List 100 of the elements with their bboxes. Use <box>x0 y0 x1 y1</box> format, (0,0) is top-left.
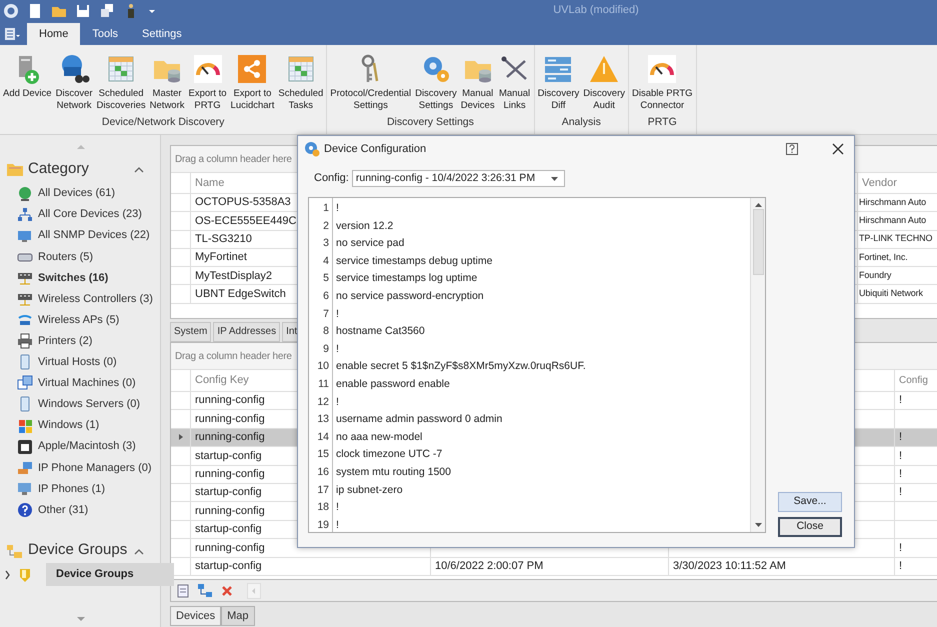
field-label: Config: <box>314 171 349 186</box>
section-title: Device Groups <box>28 540 128 560</box>
bottom-tab[interactable]: Devices <box>170 606 222 626</box>
new-document-icon[interactable] <box>27 2 43 18</box>
ribbon-button[interactable]: Export to Lucidchart <box>230 51 276 116</box>
ribbon-button[interactable]: Discovery Diff <box>536 51 580 116</box>
ribbon-button[interactable]: Discover Network <box>54 51 94 116</box>
line-number: 18 <box>316 500 330 516</box>
chevron-right-icon[interactable] <box>4 570 12 580</box>
table-cell-text: ! <box>898 485 904 500</box>
copy-icon[interactable] <box>99 2 115 18</box>
table-cell-text: ! <box>898 540 904 556</box>
table-cell-text: ! <box>898 448 904 464</box>
window-title: UVLab (modified) <box>552 3 640 18</box>
code-line: ip subnet-zero <box>335 482 404 498</box>
caret-icon <box>551 176 558 180</box>
table-cell-text: ! <box>898 430 904 446</box>
config-dropdown[interactable]: running-config - 10/4/2022 3:26:31 PM <box>352 170 566 187</box>
menu-icon[interactable] <box>3 26 21 42</box>
save-button[interactable]: Save... <box>778 492 842 512</box>
detail-tab[interactable]: System <box>170 322 212 342</box>
ribbon-button[interactable]: Add Device <box>2 51 53 116</box>
category-item[interactable]: Windows (1) <box>38 417 100 434</box>
scroll-down-icon[interactable] <box>754 523 762 527</box>
ribbon-button[interactable]: Manual Devices <box>460 51 496 116</box>
code-line: ! <box>335 500 340 516</box>
table-cell-text: Hirschmann Auto <box>858 196 928 209</box>
code-line: no service pad <box>335 236 406 252</box>
monitor-icon <box>17 480 33 497</box>
table-cell: 3/30/2023 10:11:52 AM <box>669 558 895 575</box>
category-item[interactable]: IP Phones (1) <box>38 480 106 498</box>
bottom-tab[interactable]: Map <box>221 606 255 626</box>
save-icon[interactable] <box>75 2 91 18</box>
ribbon-button[interactable]: Manual Links <box>498 51 532 116</box>
code-line: ! <box>335 342 340 357</box>
category-item[interactable]: Wireless APs (5) <box>38 312 120 328</box>
category-item[interactable]: Virtual Hosts (0) <box>38 354 117 371</box>
category-item[interactable]: Other (31) <box>38 502 88 518</box>
app-logo-icon[interactable] <box>3 2 19 18</box>
help-icon[interactable] <box>786 143 798 155</box>
table-cell-text: ! <box>898 467 904 482</box>
ribbon-button[interactable]: Protocol/Credential Settings <box>329 51 412 116</box>
scrollbar-thumb[interactable] <box>752 209 764 275</box>
document-icon[interactable] <box>177 584 189 598</box>
line-number: 12 <box>316 394 330 410</box>
network-icon[interactable] <box>197 582 213 598</box>
category-item[interactable]: IP Phone Managers (0) <box>38 460 152 476</box>
ribbon-button[interactable]: Export to PRTG <box>188 51 228 116</box>
line-number: 9 <box>322 342 330 357</box>
category-item[interactable]: Printers (2) <box>38 332 92 350</box>
folder-icon <box>6 161 24 177</box>
ribbon-button[interactable]: Disable PRTG Connector <box>630 51 694 116</box>
help-icon <box>17 502 33 518</box>
ribbon-button[interactable]: Master Network <box>148 51 186 116</box>
category-item[interactable]: Windows Servers (0) <box>38 396 140 413</box>
table-cell-text: Foundry <box>858 269 892 282</box>
group-label: Discovery Settings <box>386 115 475 130</box>
collapse-icon[interactable] <box>134 165 144 173</box>
category-item[interactable]: Routers (5) <box>38 248 94 266</box>
ribbon-tab[interactable]: Settings <box>130 23 194 45</box>
ribbon-tab[interactable]: Tools <box>80 23 130 45</box>
printer-icon <box>17 333 33 350</box>
code-line: service timestamps log uptime <box>335 271 478 286</box>
category-item[interactable]: Wireless Controllers (3) <box>38 290 153 308</box>
close-icon[interactable] <box>832 143 844 155</box>
category-item[interactable]: Virtual Machines (0) <box>38 375 136 392</box>
detail-tab[interactable]: IP Addresses <box>213 322 280 342</box>
tree-item[interactable]: Device Groups <box>46 563 174 586</box>
table-cell-text: Ubiquiti Network <box>858 287 924 300</box>
column-header[interactable]: Config <box>895 370 937 391</box>
category-item[interactable]: All SNMP Devices (22) <box>38 227 150 244</box>
category-item[interactable]: Apple/Macintosh (3) <box>38 438 136 455</box>
table-cell-text: ! <box>898 558 904 574</box>
scrollbar[interactable] <box>750 198 765 532</box>
dark-tile-icon <box>17 438 33 455</box>
scroll-up-icon[interactable] <box>754 203 762 207</box>
category-item[interactable]: All Core Devices (23) <box>38 206 142 223</box>
folder-tree-icon <box>6 542 24 558</box>
column-header[interactable]: Vendor <box>858 173 937 193</box>
ribbon-button[interactable]: Scheduled Discoveries <box>96 51 147 116</box>
code-line: no service password-encryption <box>335 288 485 304</box>
ribbon-button[interactable]: Discovery Settings <box>414 51 458 116</box>
line-number: 13 <box>316 412 330 428</box>
line-number: 1 <box>322 201 330 216</box>
network-icon <box>17 206 33 223</box>
code-line: hostname Cat3560 <box>335 324 426 340</box>
ribbon-button[interactable]: Discovery Audit <box>582 51 626 116</box>
ribbon-tab[interactable]: Home <box>27 23 80 45</box>
ribbon-button[interactable]: Scheduled Tasks <box>277 51 324 116</box>
collapse-icon[interactable] <box>134 546 144 554</box>
code-editor[interactable] <box>308 197 766 533</box>
table-row[interactable]: startup-config 10/6/2022 2:00:07 PM 3/30/2023 10:11:52 AM ! <box>171 558 937 576</box>
group-label: Analysis <box>560 115 602 130</box>
category-item[interactable]: Switches (16) <box>38 270 108 286</box>
close-button[interactable]: Close <box>778 517 842 537</box>
delete-icon[interactable] <box>221 584 233 596</box>
code-line: ! <box>335 306 340 322</box>
category-item[interactable]: All Devices (61) <box>38 185 116 202</box>
line-number: 2 <box>322 218 330 234</box>
table-cell: startup-config <box>191 558 431 575</box>
